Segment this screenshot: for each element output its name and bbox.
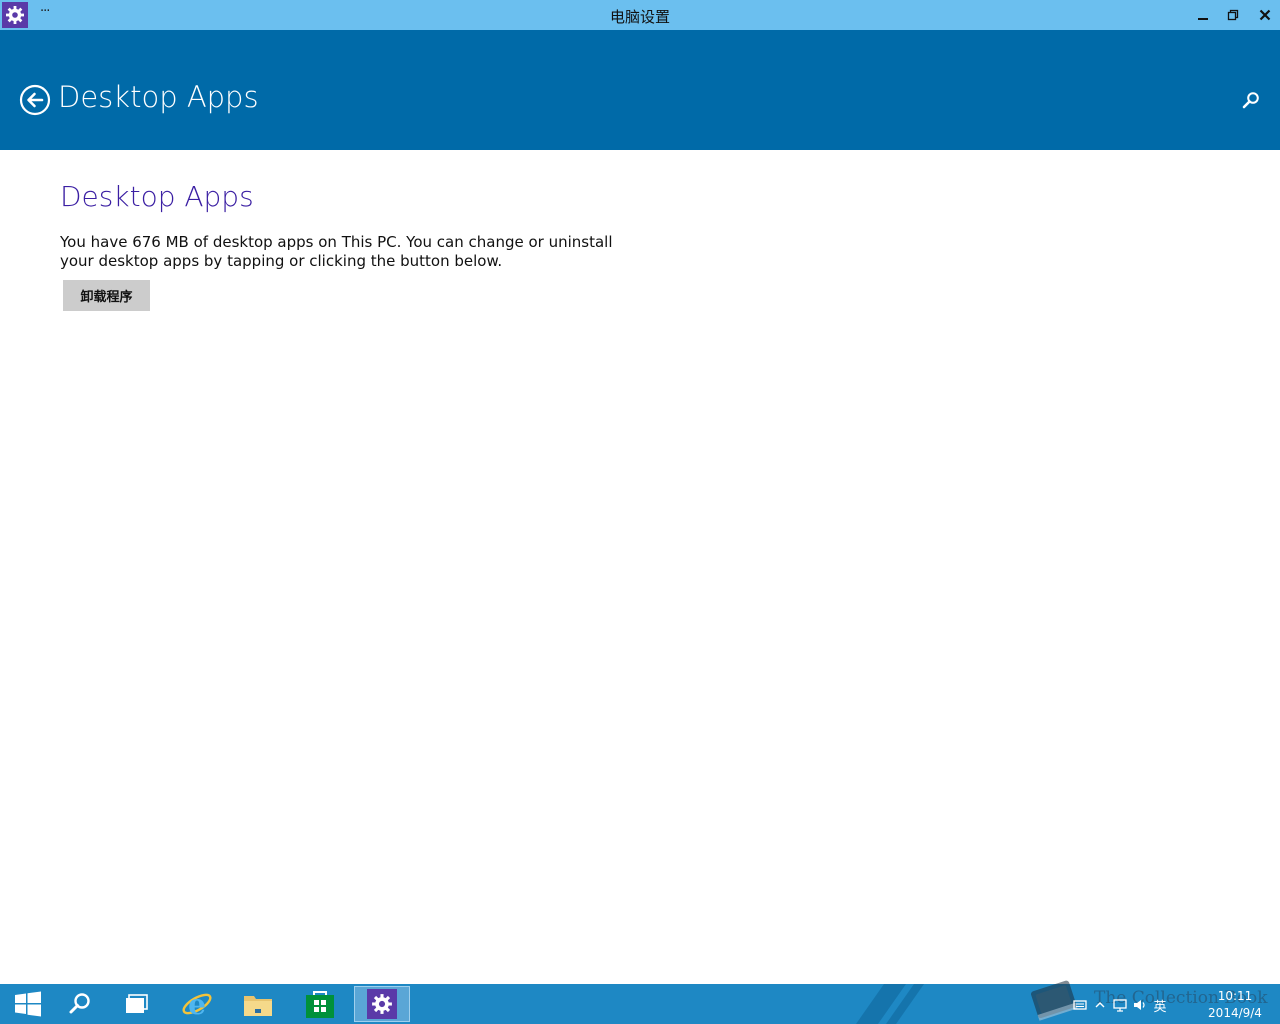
search-button[interactable] [1240, 89, 1262, 111]
pc-settings-button[interactable] [354, 986, 410, 1022]
clock-date: 2014/9/4 [1208, 1006, 1262, 1020]
window-title: 电脑设置 [609, 8, 670, 26]
system-tray: 英 [1070, 995, 1170, 1015]
folder-icon [244, 996, 272, 1016]
minimize-button[interactable] [1188, 0, 1218, 30]
volume-icon[interactable] [1130, 995, 1150, 1015]
internet-explorer-icon: e [182, 988, 212, 1020]
close-button[interactable] [1250, 0, 1280, 30]
section-heading: Desktop Apps [60, 180, 254, 213]
restore-button[interactable] [1218, 0, 1248, 30]
internet-explorer-button[interactable]: e [169, 986, 225, 1022]
pc-settings-tile [367, 989, 397, 1019]
task-view-icon [126, 994, 148, 1013]
taskbar-clock[interactable]: 10:11 2014/9/4 [1196, 988, 1274, 1022]
title-bar: ··· 电脑设置 [0, 0, 1280, 30]
back-button[interactable] [19, 84, 51, 116]
restore-icon [1227, 9, 1239, 21]
start-button[interactable] [0, 986, 56, 1022]
store-button[interactable] [292, 986, 348, 1022]
action-center-icon[interactable] [1070, 995, 1090, 1015]
file-explorer-button[interactable] [230, 986, 286, 1022]
page-header: Desktop Apps [0, 30, 1280, 150]
svg-text:e: e [188, 988, 206, 1020]
page-title: Desktop Apps [58, 80, 259, 114]
network-icon[interactable] [1110, 995, 1130, 1015]
task-view-button[interactable] [109, 986, 165, 1022]
taskbar-search-button[interactable] [52, 986, 108, 1022]
uninstall-programs-button[interactable]: 卸载程序 [63, 280, 150, 311]
minimize-icon [1198, 18, 1208, 20]
clock-time: 10:11 [1217, 989, 1253, 1003]
back-arrow-icon [19, 84, 51, 116]
windows-logo-icon [15, 991, 41, 1017]
store-bag-icon [306, 991, 334, 1018]
search-icon [69, 993, 90, 1014]
input-language-indicator[interactable]: 英 [1150, 995, 1170, 1015]
section-description: You have 676 MB of desktop apps on This … [60, 233, 613, 270]
gear-icon [372, 994, 392, 1014]
show-hidden-icons-icon[interactable] [1090, 995, 1110, 1015]
search-icon [1242, 92, 1259, 109]
close-icon [1259, 9, 1271, 21]
